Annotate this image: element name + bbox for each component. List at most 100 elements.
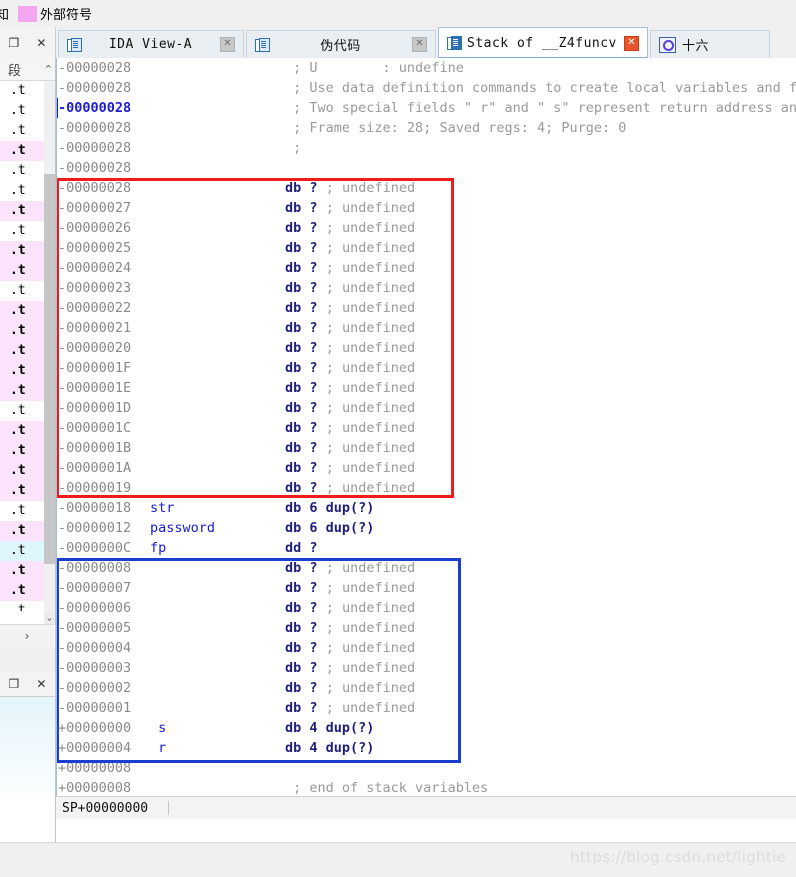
stack-row-comment xyxy=(318,340,326,356)
stack-row-operand: ? xyxy=(309,400,318,416)
stack-row-comment-text: ; undefined xyxy=(325,400,416,416)
stack-row-variable-name[interactable]: s xyxy=(150,718,285,738)
stack-row-operand: ? xyxy=(309,220,318,236)
stack-row-directive: db xyxy=(285,580,302,596)
stack-row[interactable]: -00000028 xyxy=(56,158,796,178)
tab-label: 伪代码 xyxy=(320,39,361,54)
stack-row[interactable]: -00000020 db ? ; undefined xyxy=(56,338,796,358)
stack-row[interactable]: +00000004 r db 4 dup(?) xyxy=(56,738,796,758)
stack-row-comment-text: ; undefined xyxy=(325,680,416,696)
tab-pseudocode[interactable]: 伪代码 ✕ xyxy=(246,30,436,58)
stack-row-address: -00000028 xyxy=(58,80,132,96)
stack-row-comment xyxy=(318,540,796,556)
stack-row[interactable]: -00000021 db ? ; undefined xyxy=(56,318,796,338)
stack-row[interactable]: -0000001D db ? ; undefined xyxy=(56,398,796,418)
stack-row[interactable]: -00000012 password db 6 dup(?) xyxy=(56,518,796,538)
stack-row-variable-name[interactable]: password xyxy=(150,518,285,538)
stack-row-address: -0000001C xyxy=(58,420,132,436)
stack-row-list: -00000028 ; U : undefine -00000028 ; Use … xyxy=(56,58,796,798)
segment-list[interactable]: .t .t .t .t .t .t .t .t .t .t .t .t .t .t .t .t .t .t .t .t… xyxy=(0,81,55,611)
stack-row[interactable]: -00000003 db ? ; undefined xyxy=(56,658,796,678)
stack-row-directive: db xyxy=(285,380,302,396)
status-bar: SP+00000000 xyxy=(56,796,796,819)
stack-row[interactable]: -00000006 db ? ; undefined xyxy=(56,598,796,618)
stack-row[interactable]: +00000000 s db 4 dup(?) xyxy=(56,718,796,738)
stack-row-variable-name[interactable]: r xyxy=(150,738,285,758)
stack-row-comment-text: ; undefined xyxy=(325,320,416,336)
stack-row-comment xyxy=(318,300,326,316)
stack-row[interactable]: -00000005 db ? ; undefined xyxy=(56,618,796,638)
stack-row[interactable]: -0000001B db ? ; undefined xyxy=(56,438,796,458)
stack-row[interactable]: -00000007 db ? ; undefined xyxy=(56,578,796,598)
stack-row[interactable]: -00000028 ; Use data definition commands… xyxy=(56,78,796,98)
stack-row[interactable]: -00000002 db ? ; undefined xyxy=(56,678,796,698)
close-icon[interactable]: ✕ xyxy=(36,677,46,691)
stack-row[interactable]: -00000025 db ? ; undefined xyxy=(56,238,796,258)
stack-row-address: -00000020 xyxy=(58,340,132,356)
stack-row-operand: 4 dup(?) xyxy=(309,720,375,736)
stack-row[interactable]: -00000023 db ? ; undefined xyxy=(56,278,796,298)
segment-panel-header[interactable]: 段 ⌃ xyxy=(0,58,55,81)
stack-row[interactable]: -00000026 db ? ; undefined xyxy=(56,218,796,238)
stack-row-operand: ? xyxy=(309,540,318,556)
restore-icon[interactable]: ❐ xyxy=(9,37,20,49)
stack-row[interactable]: -0000000Cfpdd ? ; offset xyxy=(56,538,796,558)
segment-expand-button[interactable]: › xyxy=(0,624,54,647)
stack-row-comment xyxy=(318,180,326,196)
stack-row[interactable]: -0000001A db ? ; undefined xyxy=(56,458,796,478)
stack-row-address: -00000027 xyxy=(58,200,132,216)
stack-row[interactable]: -00000022 db ? ; undefined xyxy=(56,298,796,318)
stack-row-comment-text: ; undefined xyxy=(325,660,416,676)
stack-row-variable-name[interactable]: str xyxy=(150,498,285,518)
stack-row-comment-text: ; undefined xyxy=(325,180,416,196)
stack-row[interactable]: -0000001C db ? ; undefined xyxy=(56,418,796,438)
stack-row[interactable]: -00000008 db ? ; undefined xyxy=(56,558,796,578)
tab-stack-of-z4funcv[interactable]: Stack of __Z4funcv ✕ xyxy=(438,27,648,58)
stack-frame-view[interactable]: -00000028 ; U : undefine -00000028 ; Use … xyxy=(56,58,796,818)
stack-row[interactable]: -00000019 db ? ; undefined xyxy=(56,478,796,498)
stack-row-operand: 6 dup(?) xyxy=(309,520,375,536)
restore-icon[interactable]: ❐ xyxy=(9,677,20,691)
stack-row-comment xyxy=(285,80,293,96)
stack-row-directive: db xyxy=(285,400,302,416)
tab-close-icon[interactable]: ✕ xyxy=(220,37,235,52)
stack-row-operand: ? xyxy=(309,180,318,196)
chevron-down-icon[interactable]: ⌄ xyxy=(44,611,55,625)
stack-row-directive: db xyxy=(285,320,302,336)
stack-row[interactable]: -00000028 ; xyxy=(56,138,796,158)
tab-hex-view[interactable]: 十六 xyxy=(650,30,770,58)
stack-row[interactable]: -00000024 db ? ; undefined xyxy=(56,258,796,278)
stack-row[interactable]: -00000004 db ? ; undefined xyxy=(56,638,796,658)
legend-strip: 知 外部符号 xyxy=(0,0,796,27)
stack-row[interactable]: -00000027 db ? ; undefined xyxy=(56,198,796,218)
stack-row[interactable]: -00000018 str db 6 dup(?) xyxy=(56,498,796,518)
stack-row-comment xyxy=(318,640,326,656)
stack-row[interactable]: +00000008 xyxy=(56,758,796,778)
stack-row-comment-text: ; undefined xyxy=(325,480,416,496)
chevron-up-icon[interactable]: ⌃ xyxy=(44,63,53,76)
stack-row-comment xyxy=(318,580,326,596)
stack-row[interactable]: -00000028 ; Two special fields " r" and … xyxy=(56,98,796,118)
tab-close-icon[interactable]: ✕ xyxy=(412,37,427,52)
stack-row[interactable]: +00000008 ; end of stack variables xyxy=(56,778,796,798)
stack-row[interactable]: -0000001E db ? ; undefined xyxy=(56,378,796,398)
segment-scrollbar-thumb[interactable] xyxy=(44,174,55,564)
stack-row-directive: db xyxy=(285,360,302,376)
stack-row-variable-name[interactable]: fp xyxy=(150,538,285,558)
close-icon[interactable]: ✕ xyxy=(36,37,46,49)
stack-row-operand: ? xyxy=(309,580,318,596)
stack-row-directive: db xyxy=(285,660,302,676)
tab-ida-view-a[interactable]: IDA View-A ✕ xyxy=(58,30,244,58)
stack-row[interactable]: -00000001 db ? ; undefined xyxy=(56,698,796,718)
stack-row[interactable]: -00000028 ; Frame size: 28; Saved regs: … xyxy=(56,118,796,138)
stack-row[interactable]: -00000028 db ? ; undefined xyxy=(56,178,796,198)
stack-row[interactable]: -00000028 ; U : undefine xyxy=(56,58,796,78)
document-icon xyxy=(67,37,82,52)
stack-row-address: -00000024 xyxy=(58,260,132,276)
tab-close-icon[interactable]: ✕ xyxy=(624,35,639,51)
watermark-text: https://blog.csdn.net/lightie xyxy=(570,848,786,866)
stack-row-comment-text: ; undefined xyxy=(325,380,416,396)
stack-row[interactable]: -0000001F db ? ; undefined xyxy=(56,358,796,378)
panel-splitter[interactable] xyxy=(0,647,56,672)
segment-scrollbar[interactable] xyxy=(44,81,55,611)
